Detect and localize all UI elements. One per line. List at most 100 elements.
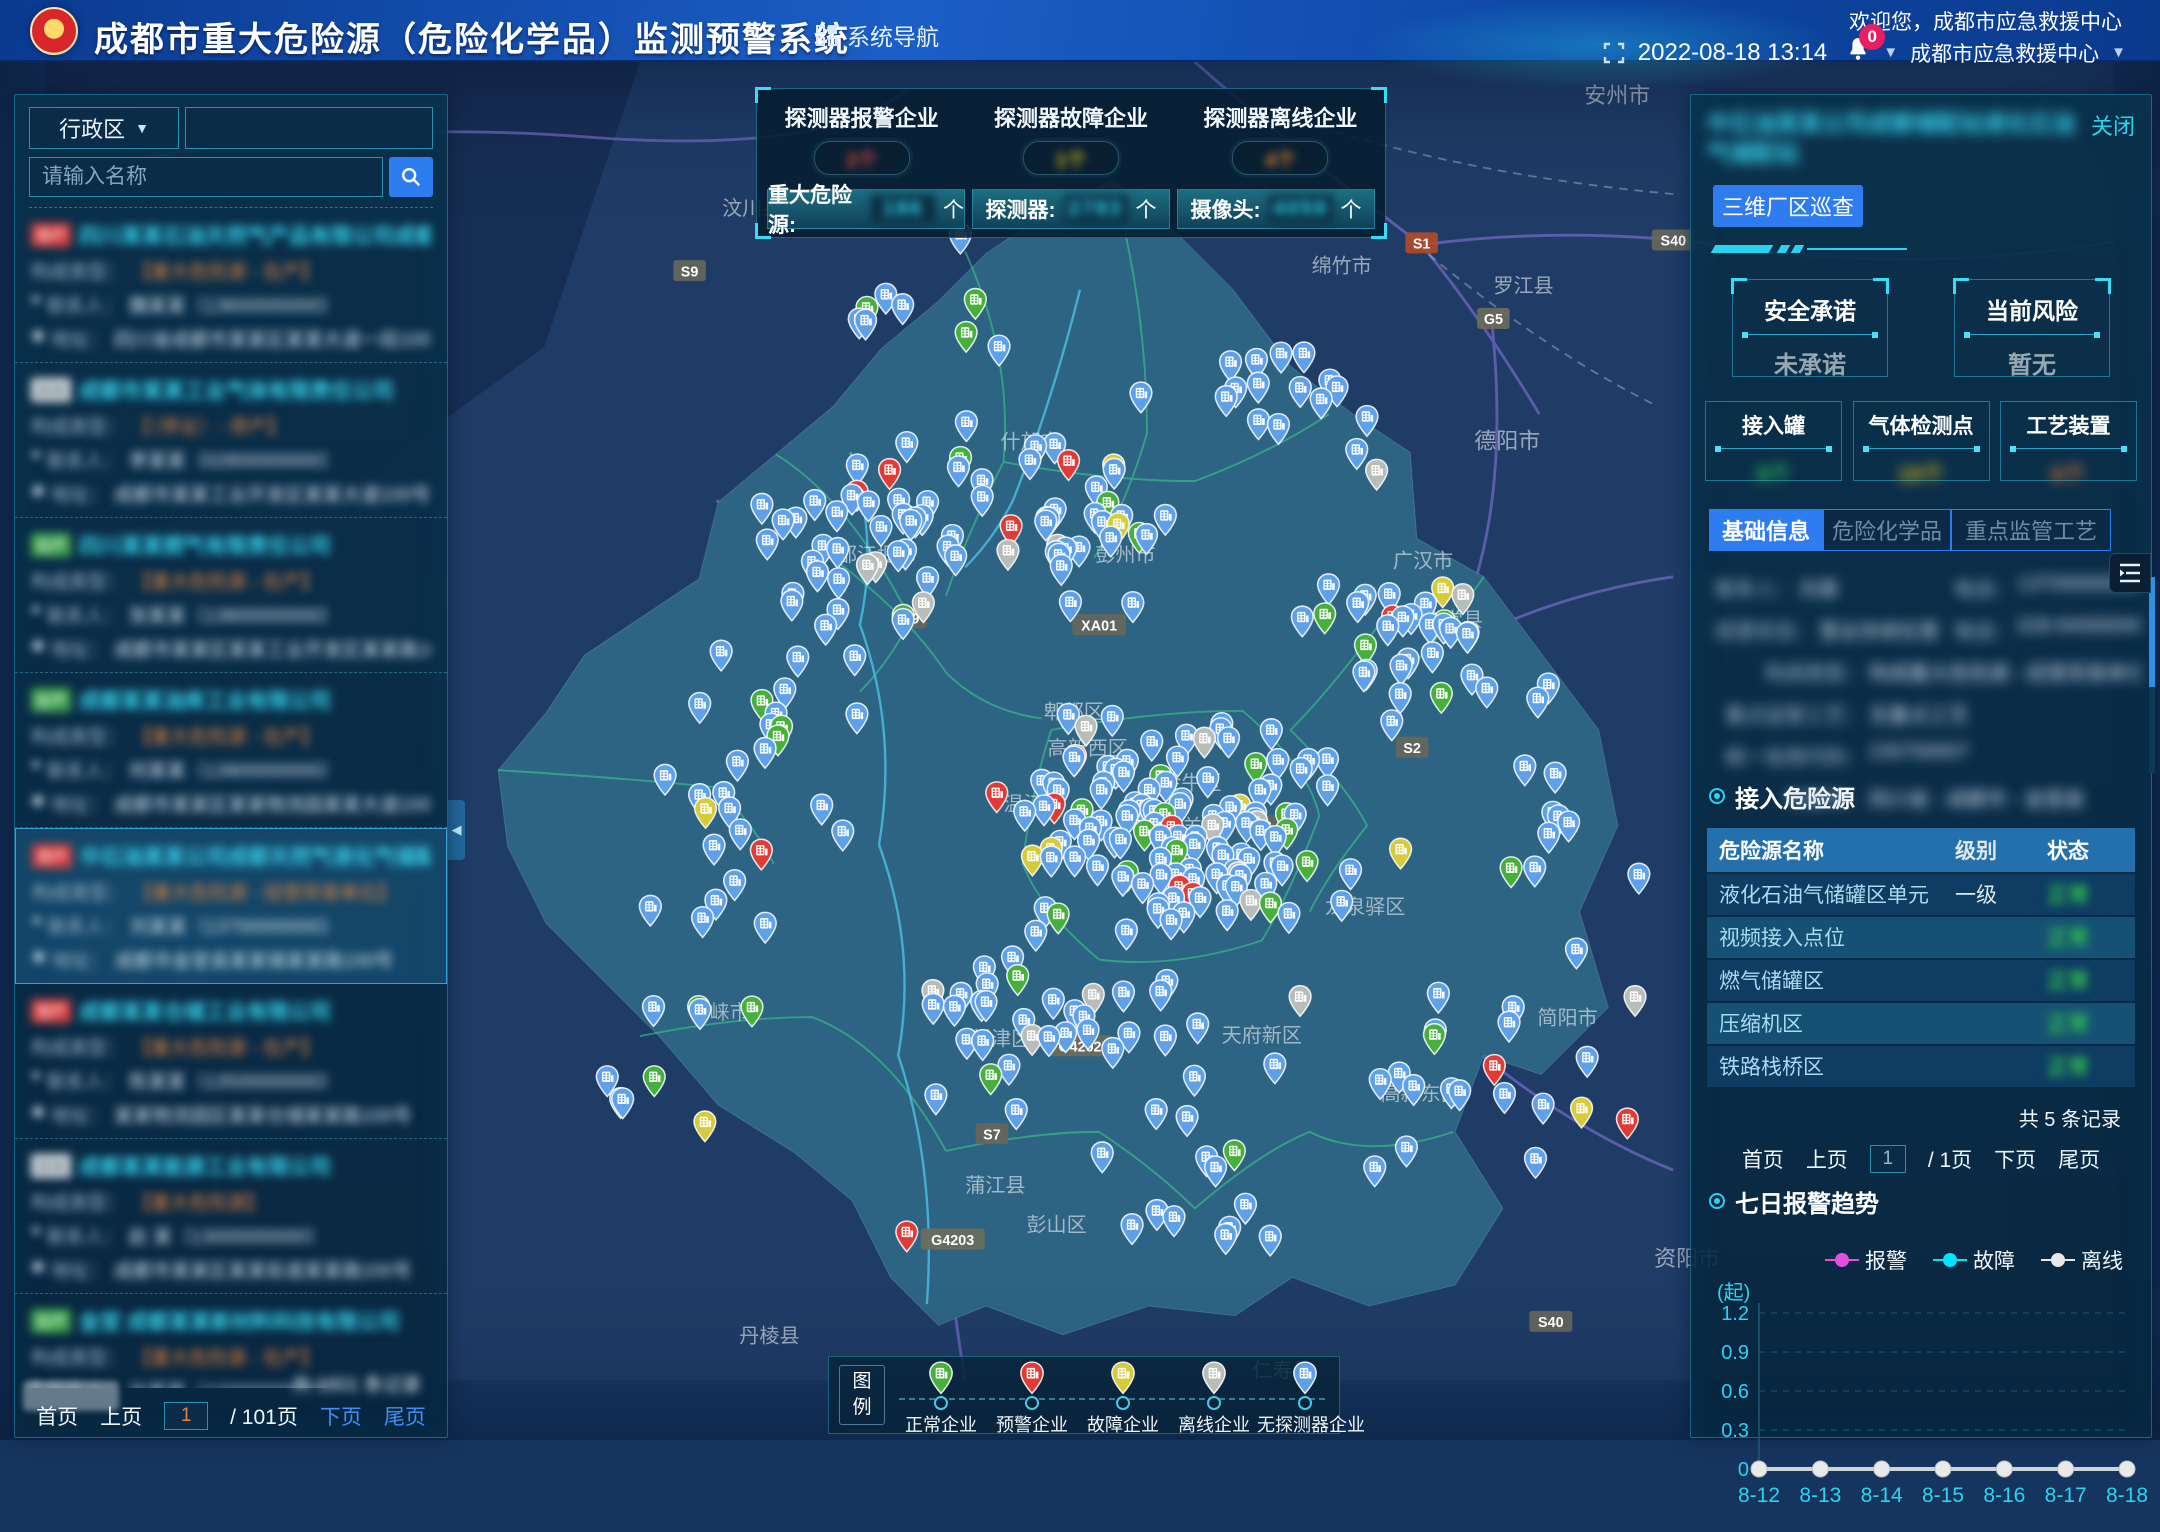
company-address-line: ◉ 地址：成都市金堂县某某镇某某路100号 — [32, 946, 430, 973]
trend-radio-icon — [1709, 1193, 1725, 1209]
trend-legend-item[interactable]: 故障 — [1933, 1245, 2015, 1275]
detail-page-prev[interactable]: 上页 — [1806, 1144, 1848, 1174]
company-card[interactable]: 停产 成都某某仓储工业有限公司 构成类型：【重大危险源 - 在产】 ● 联系人：… — [15, 984, 447, 1139]
svg-text:0.3: 0.3 — [1721, 1420, 1749, 1442]
company-type-line: 构成类型：【重大危险源 - 在产】 — [31, 1343, 431, 1370]
legend-item[interactable]: 无探测器企业 — [1257, 1357, 1353, 1437]
sidebar-collapse-handle[interactable]: ◀ — [448, 800, 465, 860]
company-card[interactable]: 其他 成都市某某工业气体有限责任公司 构成类型：【（停业）- 停产】 ● 联系人… — [15, 363, 447, 518]
close-button[interactable]: 关闭 — [2091, 109, 2135, 141]
stats-panel: 探测器报警企业 2个 探测器故障企业 1个 探测器离线企业 4个 重大危险源: … — [756, 88, 1386, 238]
sidebar-total-records: 共 1801 条记录 — [292, 1370, 421, 1397]
fullscreen-icon[interactable] — [1602, 41, 1626, 65]
detail-page-next[interactable]: 下页 — [1994, 1144, 2036, 1174]
legend-pin-icon — [1292, 1361, 1318, 1395]
company-address-line: ◉ 地址：成都市某某区某某街道某某路100号 — [31, 1256, 431, 1283]
legend-item[interactable]: 故障企业 — [1075, 1357, 1171, 1437]
commitment-value: 未承诺 — [1733, 345, 1887, 380]
page-input[interactable] — [164, 1402, 208, 1430]
trend-header: 七日报警趋势 — [1709, 1184, 2151, 1219]
table-row[interactable]: 铁路栈桥区 正常 — [1707, 1046, 2135, 1087]
legend-pin-icon — [1019, 1361, 1045, 1395]
sidebar-footer: 共 1801 条记录 首页 上页 / 101页 下页 尾页 — [15, 1373, 447, 1437]
table-row[interactable]: 视频接入点位 正常 — [1707, 917, 2135, 958]
svg-text:8-17: 8-17 — [2045, 1484, 2087, 1507]
sidebar-pagination: 首页 上页 / 101页 下页 尾页 — [15, 1401, 447, 1431]
svg-text:8-15: 8-15 — [1922, 1484, 1964, 1507]
legend-item-label: 预警企业 — [984, 1411, 1080, 1437]
trend-legend-item[interactable]: 离线 — [2041, 1245, 2123, 1275]
gas-point-value: 19个 — [1854, 457, 1989, 489]
table-row[interactable]: 燃气储罐区 正常 — [1707, 960, 2135, 1001]
legend-ring-icon — [934, 1396, 948, 1410]
notification-badge: 0 — [1859, 24, 1885, 50]
status-badge: 停产 — [32, 844, 72, 868]
app-header: 成都市重大危险源（危险化学品）监测预警系统 系统导航 欢迎您，成都市应急救援中心… — [0, 0, 2160, 62]
tab-key-processes[interactable]: 重点监管工艺 — [1951, 509, 2111, 551]
system-nav-button[interactable]: 系统导航 — [816, 18, 939, 52]
bell-caret-icon[interactable]: ▼ — [1883, 44, 1898, 61]
person-icon: ● — [32, 912, 42, 939]
legend-item[interactable]: 离线企业 — [1166, 1357, 1262, 1437]
search-input[interactable] — [29, 157, 383, 197]
svg-text:G5: G5 — [1484, 312, 1503, 328]
trend-legend-item[interactable]: 报警 — [1825, 1245, 1907, 1275]
detail-page-input[interactable] — [1870, 1145, 1906, 1173]
search-button[interactable] — [389, 157, 433, 197]
org-caret-icon[interactable]: ▼ — [2111, 44, 2126, 61]
notification-bell[interactable]: 0 — [1845, 36, 1871, 69]
company-card[interactable]: 停产 四川某某石油天然气产品有限公司成都第四储配站 构成类型：【重大危险源 - … — [15, 208, 447, 363]
tank-value: 9个 — [1706, 457, 1841, 489]
legend-item-label: 故障企业 — [1075, 1411, 1171, 1437]
legend-item[interactable]: 正常企业 — [893, 1357, 989, 1437]
legend-item[interactable]: 预警企业 — [984, 1357, 1080, 1437]
page-prev[interactable]: 上页 — [100, 1401, 142, 1431]
tank-card: 接入罐 9个 — [1705, 401, 1842, 481]
company-type-line: 构成类型：【（停业）- 停产】 — [31, 412, 431, 439]
table-row[interactable]: 压缩机区 正常 — [1707, 1003, 2135, 1044]
company-address-line: ◉ 地址：某某物流园区某某仓储某某路100号 — [31, 1101, 431, 1128]
company-card[interactable]: 在产 成都某某油库工业有限公司 构成类型：【重大危险源 - 在产】 ● 联系人：… — [15, 673, 447, 828]
process-device-value: 6个 — [2001, 457, 2136, 489]
panel-collapse-button[interactable] — [2109, 553, 2151, 593]
district-select[interactable]: 行政区 ▼ — [29, 107, 179, 149]
plant-3d-tour-button[interactable]: 三维厂区巡查 — [1713, 185, 1863, 227]
trend-legend: 报警 故障 离线 — [1691, 1245, 2123, 1275]
current-risk-card: 当前风险 暂无 — [1954, 279, 2110, 377]
company-contact-line: ● 联系人：陈某某（13500000000） — [31, 1067, 431, 1094]
tab-hazardous-chemicals[interactable]: 危险化学品 — [1823, 509, 1951, 551]
tab-basic-info[interactable]: 基础信息 — [1709, 509, 1823, 551]
info-scrollbar[interactable] — [2149, 577, 2155, 773]
company-card[interactable]: 停产 中石油某某公司成都天然气液化气储配站 构成类型：【重大危险源 - 经营贸易… — [15, 828, 447, 984]
company-card[interactable]: 其他 成都某某能源工业有限公司 构成类型：【重大危险源】 ● 联系人：赵 某（1… — [15, 1139, 447, 1294]
table-header-row: 危险源名称 级别 状态 — [1707, 828, 2135, 872]
company-address-line: ◉ 地址：成都市某某区某某工业开发区某某路100号 — [31, 635, 431, 662]
person-icon: ● — [31, 1067, 41, 1094]
trend-chart: (起) 00.30.60.91.28-128-138-148-158-168-1… — [1697, 1277, 2147, 1527]
svg-text:8-13: 8-13 — [1799, 1484, 1841, 1507]
page-total: / 101页 — [230, 1401, 298, 1431]
company-contact-line: ● 联系人：李某某（02800000000） — [31, 446, 431, 473]
svg-text:彭山区: 彭山区 — [1026, 1213, 1086, 1236]
company-address-line: ◉ 地址：四川省成都市某某区某某大道一段100号 — [31, 325, 431, 352]
svg-text:广汉市: 广汉市 — [1393, 549, 1453, 572]
person-icon: ● — [31, 1222, 41, 1249]
process-device-label: 工艺装置 — [2001, 410, 2136, 440]
stat-fault: 探测器故障企业 1个 — [967, 101, 1174, 175]
system-nav-label: 系统导航 — [847, 18, 939, 52]
camera-count-box: 摄像头: 4059 个 — [1177, 189, 1375, 229]
location-icon: ◉ — [31, 635, 45, 662]
page-last[interactable]: 尾页 — [384, 1401, 426, 1431]
stat-alarm-label: 探测器报警企业 — [758, 101, 965, 133]
detail-page-first[interactable]: 首页 — [1742, 1144, 1784, 1174]
legend-items: 正常企业 预警企业 故障企业 离线企业 — [885, 1357, 1339, 1433]
page-first[interactable]: 首页 — [36, 1401, 78, 1431]
page-next[interactable]: 下页 — [320, 1401, 362, 1431]
detail-page-last[interactable]: 尾页 — [2058, 1144, 2100, 1174]
district-value-box[interactable] — [185, 107, 433, 149]
svg-text:(起): (起) — [1717, 1281, 1750, 1304]
table-row[interactable]: 液化石油气储罐区单元一级 正常 — [1707, 874, 2135, 915]
status-badge: 在产 — [31, 533, 71, 557]
svg-text:1.2: 1.2 — [1721, 1303, 1749, 1325]
company-card[interactable]: 在产 四川某某燃气有限责任公司 构成类型：【重大危险源 - 在产】 ● 联系人：… — [15, 518, 447, 673]
